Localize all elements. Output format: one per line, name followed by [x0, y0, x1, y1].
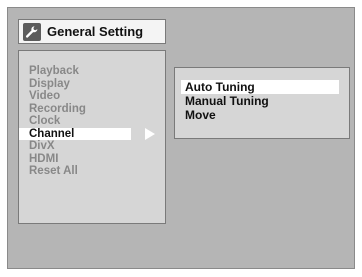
submenu-item-auto-tuning[interactable]: Auto Tuning — [181, 80, 339, 94]
menu-item-display[interactable]: Display — [19, 78, 165, 91]
menu-item-reset-all[interactable]: Reset All — [19, 165, 165, 178]
menu-item-channel[interactable]: Channel — [19, 127, 155, 140]
wrench-icon — [23, 23, 41, 41]
settings-screen: General Setting Playback Display Video R… — [7, 7, 355, 269]
menu-item-playback[interactable]: Playback — [19, 65, 165, 78]
menu-item-hdmi[interactable]: HDMI — [19, 153, 165, 166]
menu-item-clock[interactable]: Clock — [19, 115, 165, 128]
menu-item-recording[interactable]: Recording — [19, 103, 165, 116]
menu-item-divx[interactable]: DivX — [19, 140, 165, 153]
submenu-item-manual-tuning[interactable]: Manual Tuning — [175, 94, 349, 108]
menu-item-channel-label: Channel — [29, 127, 75, 140]
submenu-arrow-icon — [145, 127, 155, 140]
settings-menu: Playback Display Video Recording Clock C… — [18, 50, 166, 224]
channel-submenu: Auto Tuning Manual Tuning Move — [174, 67, 350, 139]
submenu-item-move[interactable]: Move — [175, 108, 349, 122]
menu-item-video[interactable]: Video — [19, 90, 165, 103]
title-bar: General Setting — [18, 19, 166, 44]
page-title: General Setting — [47, 24, 144, 39]
